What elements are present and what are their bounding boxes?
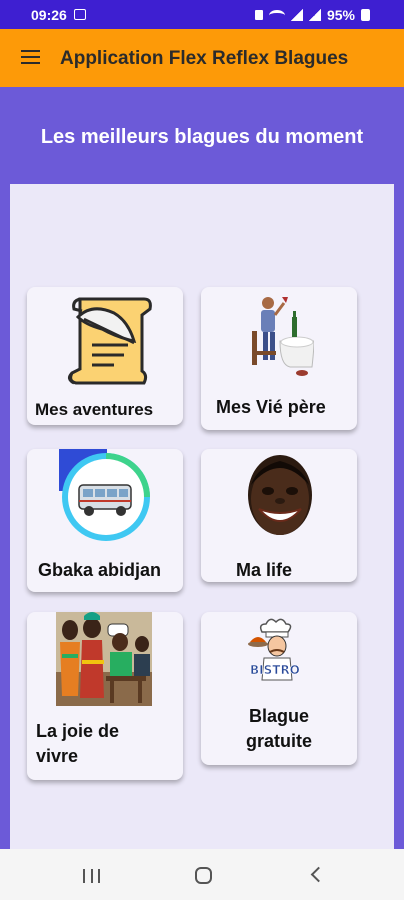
signal-icon-2 xyxy=(308,9,321,21)
page-heading: Les meilleurs blagues du moment xyxy=(40,126,364,148)
app-bar: Application Flex Reflex Blagues xyxy=(0,29,404,87)
svg-text:BISTRO: BISTRO xyxy=(250,663,300,677)
wifi-icon xyxy=(268,9,285,21)
card-label: Mes Vié père xyxy=(216,397,326,417)
smiling-man-icon xyxy=(248,455,312,535)
image-notification-icon xyxy=(74,9,86,20)
signal-icon xyxy=(290,9,303,21)
family-scene-icon xyxy=(56,612,152,706)
lock-icon xyxy=(254,10,263,20)
category-card-mes-vie-pere[interactable]: Mes Vié père xyxy=(201,287,357,430)
category-card-blague-gratuite[interactable]: BISTRO Blague gratuite xyxy=(201,612,357,765)
status-bar: 09:26 95% xyxy=(0,0,404,29)
card-label: Gbaka abidjan xyxy=(38,560,162,580)
status-time: 09:26 xyxy=(31,7,67,23)
card-label: La joie de vivre xyxy=(36,721,120,766)
battery-percent: 95% xyxy=(326,7,355,23)
category-card-ma-life[interactable]: Ma life xyxy=(201,449,357,582)
minibus-icon xyxy=(59,449,150,541)
category-card-la-joie-de-vivre[interactable]: La joie de vivre xyxy=(27,612,183,780)
category-card-gbaka-abidjan[interactable]: Gbaka abidjan xyxy=(27,449,183,592)
battery-icon xyxy=(361,9,370,21)
card-label: Ma life xyxy=(236,560,293,580)
recent-apps-icon[interactable] xyxy=(83,869,100,883)
card-label: Mes aventures xyxy=(35,400,154,419)
category-card-mes-aventures[interactable]: Mes aventures xyxy=(27,287,183,425)
old-man-dining-icon xyxy=(252,297,314,376)
hero-banner: Les meilleurs blagues du moment xyxy=(0,87,404,184)
app-title: Application Flex Reflex Blagues xyxy=(60,48,349,69)
scroll-quill-icon xyxy=(67,297,152,385)
bistro-chef-icon: BISTRO xyxy=(248,618,300,681)
menu-icon[interactable] xyxy=(21,50,40,64)
card-label: Blague gratuite xyxy=(245,706,312,751)
home-icon[interactable] xyxy=(195,867,212,884)
